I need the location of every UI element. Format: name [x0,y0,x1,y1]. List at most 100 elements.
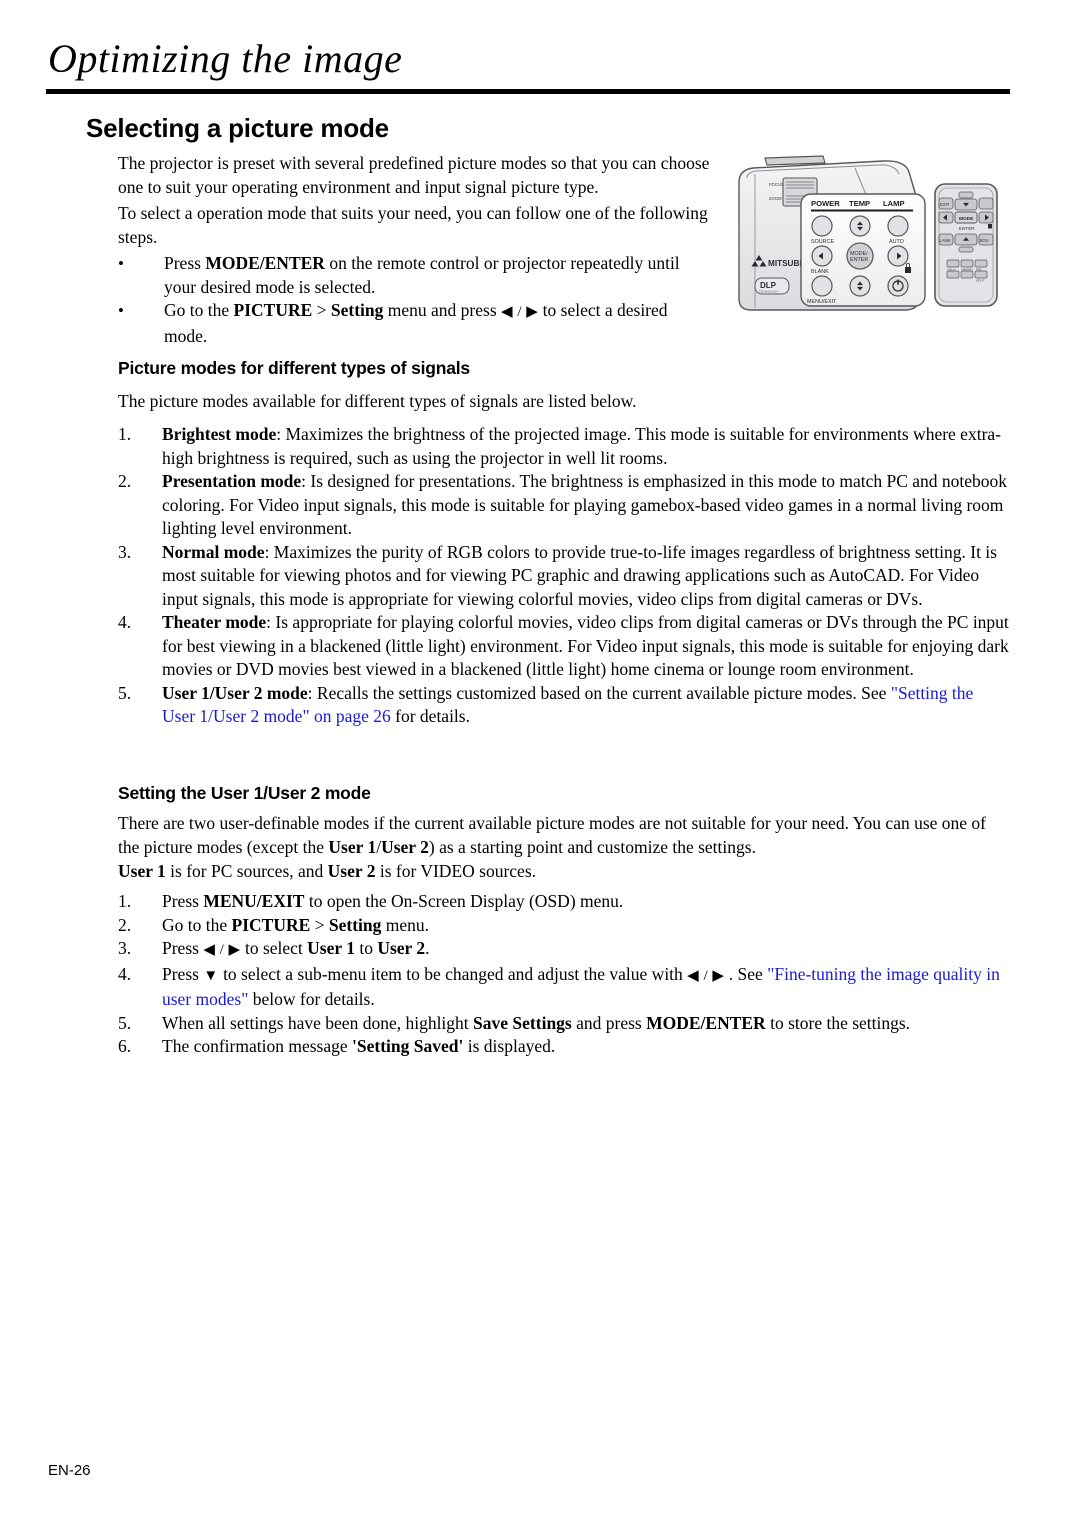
dlp-badge: DLP TECHNOLOGY [754,277,790,295]
bold-text: User 1 [328,836,377,857]
svg-text:LANK: LANK [940,238,951,243]
text-run: . See [724,963,768,984]
svg-text:BLANK: BLANK [811,269,829,275]
document-page: Optimizing the image Selecting a picture… [0,0,1080,1526]
list-item: • Press MODE/ENTER on the remote control … [118,252,710,299]
list-item-text: When all settings have been done, highli… [162,1012,1010,1036]
keystone-down-button [849,275,871,297]
svg-text:EXIT: EXIT [940,202,950,207]
text-run: for details. [390,706,470,726]
list-item-marker: 4. [118,963,132,984]
list-item: 6. The confirmation message 'Setting Save… [118,1035,1010,1059]
list-item: 3. Press ◀ / ▶ to select User 1 to User 2… [118,937,1010,963]
text-run: Go to the [164,300,234,320]
picture-mode-bullet-list: • Press MODE/ENTER on the remote control … [118,252,710,348]
bold-text: Presentation mode [162,471,302,491]
arrow-glyphs: ◀ / ▶ [501,304,539,320]
zoom-label: ZOOM [769,196,782,201]
bold-text: User 2 [327,861,376,881]
projector-control-panel: POWER TEMP LAMP SOURCE AUTO MODE/ ENTER [800,193,926,307]
svg-text:ENTER: ENTER [850,257,868,263]
list-item-text: Brightest mode: Maximizes the brightness… [162,423,1010,470]
bold-text: 'Setting Saved' [352,1036,464,1056]
list-item-marker: 1. [118,891,132,911]
user-mode-numbered-list: 1. Press MENU/EXIT to open the On-Screen … [118,890,1010,1059]
svg-text:SOURCE: SOURCE [811,239,834,245]
section-heading-picture-mode: Selecting a picture mode [86,113,389,143]
list-item-text: Press ◀ / ▶ to select User 1 to User 2. [162,937,1010,963]
bold-text: PICTURE [231,914,311,935]
list-item-marker: 5. [118,682,132,703]
picture-mode-intro-1: The projector is preset with several pre… [118,153,710,197]
arrow-glyphs: ▼ [203,967,219,984]
text-run: to store the settings. [765,1012,911,1033]
bold-text: Normal mode [162,541,265,562]
section-heading-signals: Picture modes for different types of sig… [118,358,470,378]
projector-and-remote-illustration: FOCUS ZOOM MITSUBISHI DLP TECHNOLOGY POW… [733,152,1005,320]
bold-text: User 2 [381,836,429,857]
svg-text:MODE: MODE [959,216,974,222]
text-run: When all settings have been done, highli… [162,1012,474,1033]
list-item-marker: 6. [118,1036,132,1056]
text-run: below for details. [248,989,375,1009]
list-item-text: User 1/User 2 mode: Recalls the settings… [162,682,1010,729]
list-item-text: Theater mode: Is appropriate for playing… [162,611,1010,682]
list-item: • Go to the PICTURE > Setting menu and pr… [118,299,710,348]
bold-text: User 1/User 2 mode [162,682,308,703]
user-mode-intro: There are two user-definable modes if th… [118,812,1010,859]
signals-numbered-list: 1. Brightest mode: Maximizes the brightne… [118,423,1010,729]
remote-enter-label: ENTER [959,226,975,231]
lock-icon [905,267,911,273]
text-run: to open the On-Screen Display (OSD) menu… [304,891,624,911]
list-item: 1. Press MENU/EXIT to open the On-Screen … [118,890,1010,914]
list-item: 1. Brightest mode: Maximizes the brightne… [118,423,1010,470]
text-run: Press [164,253,206,273]
picture-mode-intro-2: To select a operation mode that suits yo… [118,203,708,247]
text-run: to [354,938,378,958]
bold-text: Save Settings [473,1012,572,1033]
text-run: to select a sub-menu item to be changed … [218,963,688,984]
text-run: The confirmation message [162,1036,353,1056]
auto-button [887,215,909,237]
bold-text: User 2 [377,938,426,958]
user-mode-note: User 1 is for PC sources, and User 2 is … [118,860,1010,884]
list-item-marker: 4. [118,612,132,632]
focus-label: FOCUS [769,182,784,187]
list-item-marker: 3. [118,938,132,958]
text-run: ) as a starting point and customize the … [428,836,756,857]
list-item-text: Normal mode: Maximizes the purity of RGB… [162,541,1010,612]
lamp-indicator-label: LAMP [883,199,905,208]
text-run: to select [240,938,308,958]
list-item: 2. Go to the PICTURE > Setting menu. [118,914,1010,938]
signals-intro: The picture modes available for differen… [118,391,637,411]
list-item: 4. Theater mode: Is appropriate for playi… [118,611,1010,682]
list-item: 3. Normal mode: Maximizes the purity of R… [118,541,1010,612]
source-button [811,215,833,237]
list-item: 5. User 1/User 2 mode: Recalls the settin… [118,682,1010,729]
text-run: > [312,300,331,320]
list-item-text: Press MODE/ENTER on the remote control o… [164,252,710,299]
svg-text:TECHNOLOGY: TECHNOLOGY [759,290,779,294]
list-item-marker: 5. [118,1012,132,1033]
svg-text:MAGNIFY: MAGNIFY [962,268,974,272]
text-run: : Maximizes the brightness of the projec… [162,424,1001,468]
svg-text:VOL+/-: VOL+/- [948,268,956,272]
text-run: is for PC sources, and [165,861,328,881]
svg-text:AUTO: AUTO [889,239,904,245]
temp-indicator-label: TEMP [849,199,870,208]
arrow-glyphs: ◀ / ▶ [203,942,241,958]
arrow-glyphs: ◀ / ▶ [687,967,725,984]
bold-text: MODE/ENTER [205,253,325,273]
text-run: Press [162,891,204,911]
list-item-marker: 3. [118,541,132,562]
bold-text: Setting [328,914,382,935]
header-rule [46,89,1010,94]
list-item-text: The confirmation message 'Setting Saved'… [162,1035,1010,1059]
list-item: 4. Press ▼ to select a sub-menu item to b… [118,963,1010,1012]
text-run: : Recalls the settings customized based … [307,682,891,703]
chapter-title: Optimizing the image [48,36,403,81]
list-item-text: Go to the PICTURE > Setting menu and pre… [164,299,710,348]
list-item-marker: • [118,254,124,273]
text-run: menu. [381,914,430,935]
svg-text:MENU/EXIT: MENU/EXIT [807,299,837,305]
